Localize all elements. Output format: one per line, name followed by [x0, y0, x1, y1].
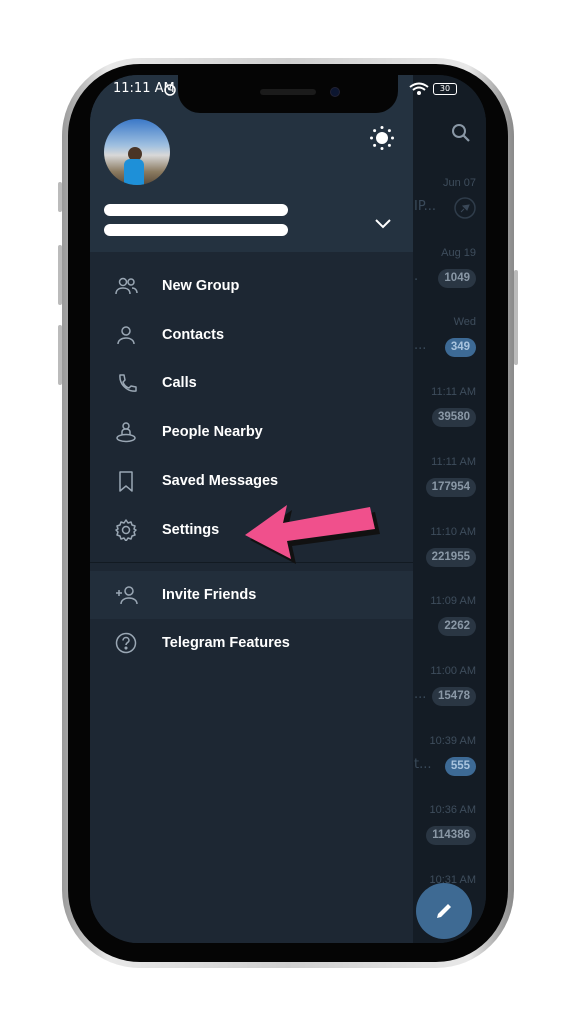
menu-item-label: New Group: [162, 278, 240, 294]
menu-item-label: Invite Friends: [162, 587, 257, 603]
bookmark-icon: [90, 470, 162, 492]
unread-badge: 114386: [426, 826, 476, 846]
menu-item-contacts[interactable]: Contacts: [90, 311, 413, 359]
chat-date: 11:11 AM: [431, 455, 476, 468]
unread-badge: 177954: [425, 477, 476, 497]
group-icon: [90, 275, 162, 297]
menu-item-label: Saved Messages: [162, 473, 279, 489]
menu-item-label: Settings: [162, 522, 220, 538]
menu-item-telegram-features[interactable]: Telegram Features: [90, 619, 413, 667]
gear-icon: [90, 519, 162, 541]
unread-badge: 39580: [432, 408, 476, 428]
people-nearby-icon: [90, 421, 162, 443]
chat-date: Wed: [453, 316, 476, 329]
volume-down-button: [58, 325, 62, 385]
help-icon: [90, 632, 162, 654]
chat-snippet: IP...: [414, 199, 437, 214]
alarm-icon: [164, 84, 176, 96]
search-icon[interactable]: [450, 122, 472, 144]
volume-up-button: [58, 245, 62, 305]
chat-date: 10:39 AM: [429, 734, 476, 747]
account-phone-redacted: [104, 224, 288, 236]
wifi-icon: [409, 82, 429, 95]
menu-item-label: Calls: [162, 375, 197, 391]
mute-switch: [58, 182, 62, 212]
unread-badge: 221955: [425, 547, 476, 567]
chat-date: 11:11 AM: [431, 386, 476, 399]
unread-badge: 1049: [438, 268, 476, 288]
menu-item-calls[interactable]: Calls: [90, 359, 413, 407]
unread-badge: 15478: [432, 686, 476, 706]
chat-date: 11:10 AM: [430, 525, 476, 538]
phone-icon: [90, 372, 162, 394]
pin-icon: [454, 197, 476, 219]
chat-snippet: ...: [414, 686, 427, 702]
chat-date: 11:09 AM: [430, 595, 476, 608]
menu-item-label: Contacts: [162, 327, 225, 343]
unread-badge: 555: [444, 756, 476, 776]
menu-item-new-group[interactable]: New Group: [90, 262, 413, 310]
person-icon: [90, 324, 162, 346]
avatar[interactable]: [104, 119, 170, 185]
chat-date: Jun 07: [442, 177, 476, 189]
theme-toggle-sun-icon[interactable]: [369, 125, 395, 151]
menu-item-label: Telegram Features: [162, 635, 290, 651]
account-name-redacted: [104, 204, 288, 216]
add-person-icon: [90, 584, 162, 606]
unread-badge: 2262: [438, 617, 476, 637]
chat-snippet: .: [414, 268, 419, 284]
chat-snippet: t...: [414, 756, 432, 772]
unread-badge: 349: [444, 338, 476, 358]
pointer-arrow: [245, 505, 380, 564]
menu-item-invite-friends[interactable]: Invite Friends: [90, 571, 413, 619]
chat-snippet: ...: [414, 338, 427, 354]
chat-date: Aug 19: [441, 246, 476, 259]
notch: [178, 75, 398, 113]
compose-button[interactable]: [416, 883, 472, 939]
chat-date: 10:36 AM: [429, 804, 476, 817]
menu-item-label: People Nearby: [162, 424, 263, 440]
menu-item-people-nearby[interactable]: People Nearby: [90, 408, 413, 456]
pencil-icon: [437, 904, 451, 918]
chevron-down-icon[interactable]: [374, 217, 392, 229]
power-button: [514, 270, 518, 365]
chat-list: Jun 07 IP... Aug 19. 1049 Wed... 349 11:11 AM 3…: [413, 75, 486, 943]
battery-indicator: 30: [433, 83, 457, 95]
chat-date: 11:00 AM: [430, 664, 476, 677]
